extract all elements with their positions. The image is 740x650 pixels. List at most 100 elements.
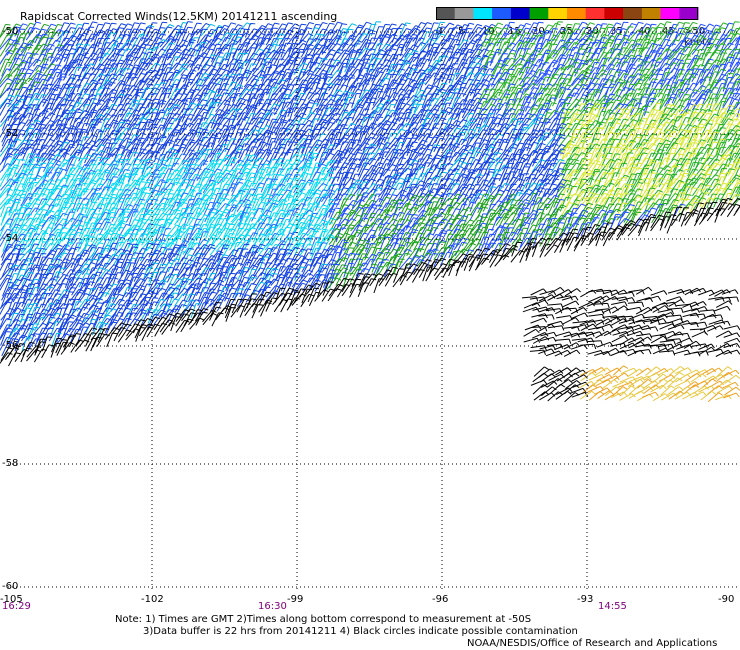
wind-barb-flag — [658, 92, 664, 95]
wind-barb-flag — [156, 36, 162, 40]
wind-barb — [608, 52, 619, 66]
wind-barb-flag — [223, 92, 229, 95]
wind-barb-flag — [496, 26, 502, 30]
wind-barb-flag — [684, 83, 690, 85]
wind-barb-flag — [181, 128, 187, 130]
wind-barb — [567, 62, 576, 77]
wind-barb-flag — [503, 96, 509, 98]
wind-barb-flag — [35, 36, 41, 39]
wind-barb-flag — [348, 28, 354, 31]
wind-barb-flag — [392, 81, 398, 85]
wind-barb-flag — [243, 128, 249, 130]
wind-barb-flag — [216, 43, 222, 46]
wind-barb-flag — [28, 139, 34, 142]
wind-barb-flag — [701, 71, 707, 73]
wind-barb-flag — [260, 58, 266, 61]
wind-barb-flag — [559, 126, 565, 129]
wind-barb-flag — [538, 117, 544, 119]
wind-barb-flag — [103, 33, 109, 35]
wind-barb-flag — [594, 31, 600, 34]
wind-barb-flag — [47, 108, 53, 110]
wind-barb-flag — [336, 42, 342, 46]
wind-barb-flag — [310, 99, 316, 103]
wind-barb-flag — [726, 37, 732, 40]
wind-barb-flag — [736, 81, 740, 83]
wind-barb-flag — [117, 37, 123, 39]
wind-barb-flag — [120, 83, 126, 85]
wind-barb-flag — [447, 47, 453, 50]
wind-barb-flag — [632, 106, 638, 109]
wind-barb-flag — [301, 68, 307, 71]
wind-barb-flag — [7, 116, 13, 118]
wind-barb-flag — [580, 103, 587, 105]
wind-barb-flag — [321, 133, 327, 136]
wind-barb-flag — [713, 64, 719, 67]
wind-barb-flag — [343, 109, 349, 112]
wind-barb-flag — [537, 47, 543, 50]
wind-barb-flag — [538, 42, 544, 45]
wind-barb-flag — [22, 86, 28, 89]
wind-barb-flag — [734, 118, 740, 121]
wind-barb-flag — [636, 92, 643, 96]
wind-barb-flag — [56, 64, 62, 67]
wind-barb-flag — [631, 67, 637, 70]
wind-barb-flag — [91, 79, 97, 82]
wind-barb-flag — [623, 108, 630, 111]
wind-barb-flag — [316, 123, 322, 126]
wind-barb-flag — [397, 63, 403, 66]
wind-barb-flag — [139, 128, 145, 131]
wind-barb-flag — [174, 107, 180, 109]
wind-barb-flag — [684, 93, 690, 96]
wind-barb-flag — [434, 51, 440, 54]
wind-barb-flag — [531, 97, 537, 99]
wind-barb-flag — [580, 48, 586, 50]
wind-barb-flag — [548, 24, 554, 27]
wind-barb — [691, 78, 702, 92]
wind-barb-flag — [412, 33, 418, 36]
wind-barb-flag — [84, 93, 90, 96]
wind-barb-flag — [391, 23, 397, 26]
wind-barb-flag — [377, 116, 383, 118]
wind-barb-flag — [128, 107, 134, 110]
wind-barb-flag — [398, 46, 404, 49]
wind-barb-flag — [567, 23, 573, 26]
wind-barb — [456, 128, 464, 144]
wind-barb-flag — [126, 28, 132, 31]
wind-barb-flag — [309, 77, 315, 80]
wind-barb-flag — [712, 93, 718, 95]
wind-barb-flag — [420, 62, 426, 65]
wind-barb-flag — [264, 92, 270, 94]
wind-barb-flag — [342, 124, 348, 126]
wind-barb-flag — [111, 22, 117, 25]
wind-barb-flag — [34, 27, 40, 31]
wind-barb-flag — [161, 136, 167, 139]
wind-barb-flag — [644, 111, 650, 113]
wind-barb-flag — [678, 59, 685, 62]
wind-barb-flag — [447, 97, 453, 99]
wind-barb-flag — [92, 21, 98, 24]
wind-barb-flag — [246, 122, 252, 125]
wind-barb-flag — [47, 48, 53, 50]
wind-barb-flag — [49, 102, 55, 105]
wind-barb-flag — [216, 101, 222, 104]
wind-barb-flag — [586, 72, 592, 75]
wind-barb-flag — [308, 102, 314, 104]
wind-barb-flag — [525, 22, 531, 26]
wind-barb-flag — [295, 63, 301, 66]
wind-barb-flag — [320, 77, 326, 80]
wind-barb-flag — [369, 42, 375, 44]
wind-barb-flag — [729, 96, 735, 100]
wind-barb-flag — [575, 28, 581, 31]
wind-barb-flag — [288, 22, 294, 25]
wind-barb-flag — [30, 22, 36, 26]
wind-barb-flag — [111, 92, 117, 94]
wind-barb-flag — [335, 51, 341, 54]
wind-barb — [405, 25, 417, 38]
wind-barb-flag — [392, 57, 398, 60]
wind-barb-flag — [593, 72, 600, 74]
wind-barb-flag — [189, 139, 195, 142]
wind-barb-flag — [384, 83, 390, 86]
wind-barb-flag — [251, 112, 257, 115]
wind-barb-flag — [342, 28, 348, 30]
wind-barb-flag — [264, 88, 270, 91]
